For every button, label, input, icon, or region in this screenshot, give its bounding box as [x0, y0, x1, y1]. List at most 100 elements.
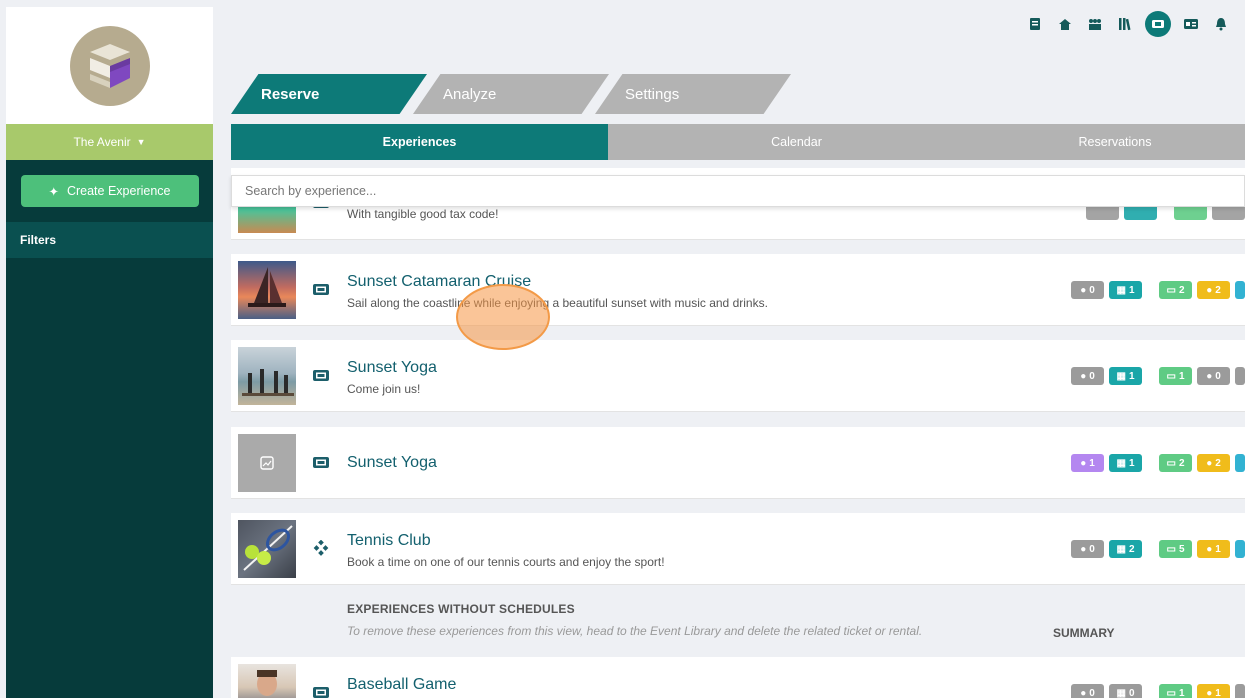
group-icon: ●: [1206, 370, 1213, 382]
rental-count-badge: ● 0: [1197, 367, 1230, 385]
id-card-icon[interactable]: [1181, 14, 1201, 34]
badge-value: 5: [1178, 543, 1185, 555]
experience-thumbnail: [238, 261, 296, 319]
row-badges: ● 0 ▦ 1 ▭ 2 ● 2: [1071, 281, 1245, 299]
guest-count-badge: ● 0: [1071, 281, 1104, 299]
bell-icon[interactable]: [1211, 14, 1231, 34]
list-item[interactable]: Sunset Yoga ● 1 ▦ 1 ▭ 2 ● 2: [231, 427, 1245, 499]
create-experience-label: Create Experience: [66, 184, 171, 198]
ticket-count-badge: ▭ 5: [1159, 540, 1192, 558]
badge-value: 0: [1215, 370, 1221, 382]
experience-title[interactable]: Sunset Catamaran Cruise: [347, 273, 531, 291]
ticket-count-badge: ▭ 2: [1159, 281, 1192, 299]
tab-calendar[interactable]: Calendar: [608, 124, 985, 160]
home-icon[interactable]: [1055, 14, 1075, 34]
badge-value: 0: [1089, 284, 1095, 296]
extra-badge: [1235, 454, 1245, 472]
schedule-count-badge: ▦ 2: [1109, 540, 1142, 558]
property-name: The Avenir: [73, 135, 131, 149]
ticket-count-badge: ▭ 1: [1159, 367, 1192, 385]
row-badges: ● 0 ▦ 0 ▭ 1 ● 1: [1071, 684, 1245, 698]
badge-value: 0: [1128, 687, 1135, 698]
badge-value: 2: [1215, 284, 1221, 296]
property-selector[interactable]: The Avenir ▼: [6, 124, 213, 160]
badge-value: 1: [1128, 457, 1135, 469]
extra-badge: [1235, 540, 1245, 558]
tab-settings[interactable]: Settings: [595, 74, 791, 114]
ticket-icon[interactable]: [1145, 11, 1171, 37]
row-badges: ● 1 ▦ 1 ▭ 2 ● 2: [1071, 454, 1245, 472]
rental-count-badge: ● 2: [1197, 281, 1230, 299]
image-placeholder-icon: [260, 456, 274, 470]
app-root: The Avenir ▼ ✦ Create Experience Filters: [0, 0, 1245, 698]
badge-value: 2: [1215, 457, 1221, 469]
filters-label: Filters: [20, 233, 57, 247]
create-experience-button[interactable]: ✦ Create Experience: [20, 175, 199, 207]
guest-count-badge: ● 0: [1071, 540, 1104, 558]
experience-title[interactable]: Baseball Game: [347, 676, 456, 694]
tab-reserve[interactable]: Reserve: [231, 74, 427, 114]
experience-title[interactable]: Tennis Club: [347, 532, 431, 550]
guest-count-badge: ● 1: [1071, 454, 1104, 472]
person-icon: ●: [1080, 284, 1087, 296]
search-input[interactable]: [232, 176, 1244, 206]
badge-value: 2: [1128, 543, 1135, 555]
guest-count-badge: ● 0: [1071, 684, 1104, 698]
rental-count-badge: ● 1: [1197, 684, 1230, 698]
rental-count-badge: ● 1: [1197, 540, 1230, 558]
list-item[interactable]: Sunset Yoga Come join us! ● 0 ▦ 1 ▭ 1 ● 0: [231, 340, 1245, 412]
logo-area: [6, 7, 213, 124]
section-heading: EXPERIENCES WITHOUT SCHEDULES: [347, 602, 575, 616]
extra-badge: [1235, 367, 1245, 385]
experience-thumbnail: [238, 434, 296, 492]
list-item[interactable]: Tennis Club Book a time on one of our te…: [231, 513, 1245, 585]
badge-value: 1: [1215, 543, 1221, 555]
experience-title[interactable]: Sunset Yoga: [347, 359, 437, 377]
experience-description: Sail along the coastline while enjoying …: [347, 296, 768, 310]
ticket-icon: ▭: [1166, 284, 1176, 296]
extra-badge: [1235, 684, 1245, 698]
experience-description: Come join us!: [347, 382, 421, 396]
top-toolbar: [1025, 10, 1245, 38]
person-icon: ●: [1080, 687, 1087, 698]
ticket-icon: ▭: [1166, 370, 1176, 382]
tab-experiences[interactable]: Experiences: [231, 124, 608, 160]
row-badges: ● 0 ▦ 2 ▭ 5 ● 1: [1071, 540, 1245, 558]
person-icon: ●: [1080, 370, 1087, 382]
person-icon: ●: [1080, 543, 1087, 555]
group-icon: ●: [1206, 284, 1213, 296]
create-area: ✦ Create Experience: [6, 160, 213, 222]
search-bar: [231, 175, 1245, 207]
filters-header[interactable]: Filters: [6, 222, 213, 258]
ticket-count-badge: ▭ 2: [1159, 454, 1192, 472]
ticket-icon: [311, 682, 331, 698]
users-icon[interactable]: [1085, 14, 1105, 34]
ticket-icon: [311, 279, 331, 299]
experience-title[interactable]: Sunset Yoga: [347, 454, 437, 472]
list-item[interactable]: Sunset Catamaran Cruise Sail along the c…: [231, 254, 1245, 326]
sub-tabs: Experiences Calendar Reservations: [231, 124, 1245, 160]
ticket-icon: ▭: [1166, 457, 1176, 469]
receipt-icon[interactable]: [1025, 14, 1045, 34]
ticket-icon: ▭: [1166, 543, 1176, 555]
brand-logo[interactable]: [69, 25, 150, 106]
badge-value: 2: [1178, 284, 1185, 296]
experience-thumbnail: [238, 347, 296, 405]
tab-analyze[interactable]: Analyze: [413, 74, 609, 114]
person-icon: ●: [1080, 457, 1087, 469]
badge-value: 0: [1089, 370, 1095, 382]
calendar-icon: ▦: [1116, 284, 1126, 296]
calendar-icon: ▦: [1116, 370, 1126, 382]
guest-count-badge: ● 0: [1071, 367, 1104, 385]
schedule-count-badge: ▦ 1: [1109, 281, 1142, 299]
list-item[interactable]: Baseball Game ● 0 ▦ 0 ▭ 1 ● 1: [231, 657, 1245, 698]
rental-count-badge: ● 2: [1197, 454, 1230, 472]
tab-reservations[interactable]: Reservations: [985, 124, 1245, 160]
ticket-icon: [311, 365, 331, 385]
experience-description: Book a time on one of our tennis courts …: [347, 555, 665, 569]
extra-badge: [1235, 281, 1245, 299]
library-icon[interactable]: [1115, 14, 1135, 34]
sidebar: The Avenir ▼ ✦ Create Experience Filters: [6, 7, 213, 698]
badge-value: 2: [1178, 457, 1185, 469]
diamond-grid-icon: [311, 538, 331, 558]
